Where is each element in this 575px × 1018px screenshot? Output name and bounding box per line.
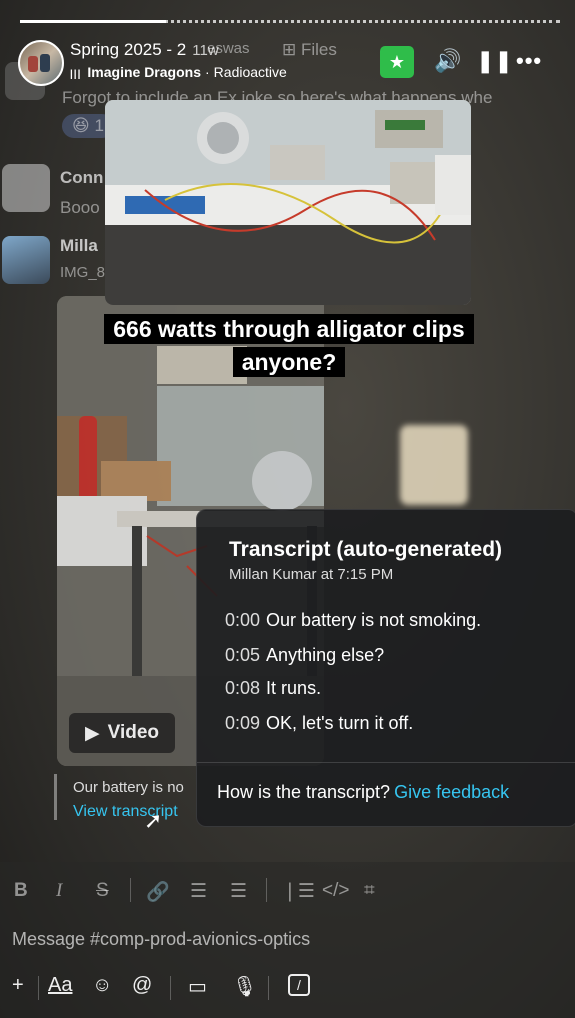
bg-avatar-3: [2, 236, 50, 284]
music-info[interactable]: ||| Imagine Dragons · Radioactive: [70, 64, 287, 80]
slash-command-icon[interactable]: /: [288, 974, 310, 996]
toolbar-divider: [268, 976, 269, 1000]
toolbar-divider: [130, 878, 131, 902]
microphone-icon[interactable]: 🎙: [232, 974, 257, 999]
strikethrough-icon[interactable]: S: [96, 880, 109, 902]
transcript-byline: Millan Kumar at 7:15 PM: [229, 566, 394, 583]
transcript-popup: Transcript (auto-generated) Millan Kumar…: [196, 509, 575, 827]
bg-user-msg: Booo: [60, 198, 100, 217]
pause-icon[interactable]: ❚❚: [476, 48, 513, 74]
story-progress-fill: [20, 20, 166, 23]
transcript-line: 0:05 Anything else?: [225, 645, 385, 665]
toolbar-divider: [38, 976, 39, 1000]
toolbar-divider: [266, 878, 267, 902]
plus-icon[interactable]: +: [12, 974, 24, 997]
story-caption: 666 watts through alligator clips anyone?: [74, 313, 504, 379]
transcript-line: 0:00 Our battery is not smoking.: [225, 610, 482, 630]
bold-icon[interactable]: B: [14, 880, 28, 902]
lab-photo-1: [105, 100, 471, 305]
bg-avatar-2: [2, 164, 50, 212]
mention-icon[interactable]: @: [132, 974, 152, 997]
bg-file-name: IMG_8: [60, 264, 106, 281]
audio-bars-icon: |||: [70, 69, 82, 80]
code-block-icon[interactable]: ⌗: [364, 880, 375, 902]
avatar[interactable]: [18, 40, 64, 86]
light-glare: [400, 425, 468, 505]
italic-icon[interactable]: I: [56, 880, 62, 902]
image-attachment[interactable]: [105, 100, 471, 305]
story-progress-bar: [20, 20, 560, 26]
quote-bar: [54, 774, 57, 820]
bg-user-name: Conn: [60, 168, 104, 187]
transcript-title: Transcript (auto-generated): [229, 538, 503, 561]
give-feedback-link[interactable]: Give feedback: [394, 782, 509, 802]
play-icon: ▶: [84, 722, 100, 744]
bg-user-name-2: Milla: [60, 236, 98, 255]
volume-icon[interactable]: 🔊: [434, 48, 461, 74]
more-options-icon[interactable]: •••: [516, 48, 542, 74]
transcript-preview: Our battery is no: [73, 779, 184, 796]
emoji-icon[interactable]: ☺: [92, 974, 112, 997]
video-badge[interactable]: ▶ Video: [69, 713, 175, 753]
code-icon[interactable]: </>: [322, 880, 349, 902]
toolbar-divider: [170, 976, 171, 1000]
transcript-line: 0:09 OK, let's turn it off.: [225, 713, 414, 733]
star-button[interactable]: ★: [380, 46, 414, 78]
message-input[interactable]: Message #comp-prod-avionics-optics: [12, 929, 310, 950]
text-format-icon[interactable]: Aa: [48, 974, 72, 997]
blockquote-icon[interactable]: ❘☰: [282, 880, 315, 903]
star-icon: ★: [388, 51, 406, 72]
divider: [197, 762, 575, 763]
mouse-cursor-icon: ➚: [144, 808, 163, 833]
link-icon[interactable]: 🔗: [146, 880, 170, 904]
story-title: Spring 2025 - 2 11w: [70, 40, 219, 59]
ordered-list-icon[interactable]: ☰: [190, 880, 207, 903]
feedback-row: How is the transcript? Give feedback: [217, 782, 510, 802]
bullet-list-icon[interactable]: ☰: [230, 880, 247, 903]
video-icon[interactable]: ▭: [188, 974, 207, 999]
story-header: Spring 2025 - 2 11w ||| Imagine Dragons · Ra…: [18, 38, 558, 86]
transcript-line: 0:08 It runs.: [225, 678, 322, 698]
